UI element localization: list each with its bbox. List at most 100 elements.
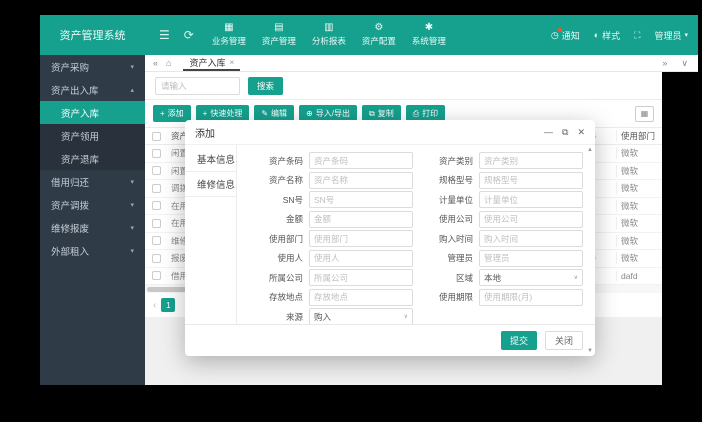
tab-asset-inbound[interactable]: 资产入库 ×	[183, 55, 241, 71]
sidebar-item-label: 维修报废	[51, 223, 90, 235]
style-button[interactable]: ◐ 样式	[594, 29, 620, 42]
field-input[interactable]	[309, 171, 413, 189]
tab-label: 资产入库	[189, 57, 226, 68]
cell-dept: 微软	[616, 164, 662, 177]
sidebar-item-label: 资产出入库	[51, 85, 99, 97]
row-checkbox[interactable]	[151, 148, 161, 158]
toolbar-button-icon: +	[160, 108, 165, 118]
field-input[interactable]	[309, 288, 413, 306]
tabs-more-icon[interactable]: »	[662, 58, 667, 69]
sidebar-item[interactable]: 资产出入库 ▴	[40, 78, 145, 101]
collapse-icon[interactable]: «	[153, 58, 158, 68]
sidebar-item-arrow-icon: ▾	[130, 224, 134, 232]
page-1-button[interactable]: 1	[161, 298, 176, 312]
sidebar-item[interactable]: 资产领用	[40, 124, 145, 147]
field-input[interactable]	[479, 230, 583, 247]
field-label: 资产名称	[268, 175, 303, 185]
field-input[interactable]	[309, 210, 413, 228]
cell-dept: 微软	[616, 217, 662, 230]
row-checkbox[interactable]	[151, 201, 161, 211]
field-input[interactable]	[309, 269, 413, 286]
sidebar-item[interactable]: 资产调拨 ▾	[40, 193, 145, 216]
toolbar-button-icon: ⎙	[412, 108, 420, 118]
form-field: 资产条码 ∨	[243, 152, 413, 169]
select-value: 购入	[314, 311, 332, 322]
field-input[interactable]	[309, 152, 413, 169]
field-input[interactable]	[479, 171, 583, 189]
field-label: 资产条码	[268, 155, 303, 166]
column-settings-button[interactable]: ▦	[635, 105, 654, 122]
field-label: 使用部门	[268, 233, 303, 244]
sidebar-item[interactable]: 维修报废 ▾	[40, 216, 145, 239]
minimize-icon[interactable]: —	[544, 127, 553, 137]
modal-tab[interactable]: 基本信息	[185, 147, 236, 172]
row-checkbox[interactable]	[151, 236, 161, 246]
field-label: 存放地点	[268, 292, 303, 302]
sidebar-item[interactable]: 外部租入 ▾	[40, 239, 145, 262]
row-checkbox[interactable]	[151, 218, 161, 228]
modal-scroll-down-icon[interactable]: ▼	[587, 348, 593, 354]
style-icon: ◐	[593, 30, 600, 40]
top-nav-item[interactable]: ▥ 分析报表	[312, 23, 346, 47]
admin-menu[interactable]: 管理员 ▾	[654, 29, 688, 42]
toolbar-button-icon: +	[202, 108, 208, 118]
cell-dept: 微软	[616, 252, 662, 265]
search-input[interactable]	[155, 76, 240, 95]
maximize-icon[interactable]: ⧉	[562, 127, 568, 137]
row-checkbox[interactable]	[151, 166, 161, 176]
close-button[interactable]: 关闭	[544, 331, 583, 350]
top-nav-item[interactable]: ⚙ 资产配置	[362, 23, 396, 47]
sidebar-toggle-icon[interactable]: ☰	[159, 29, 170, 41]
field-input[interactable]	[479, 288, 583, 306]
modal-body: 基本信息 维修信息 资产条码 ∨	[185, 144, 595, 325]
field-input[interactable]	[479, 249, 583, 267]
submit-button[interactable]: 提交	[500, 331, 537, 350]
field-input[interactable]	[309, 249, 413, 267]
tab-close-icon[interactable]: ×	[229, 58, 234, 67]
row-checkbox[interactable]	[151, 183, 161, 193]
field-input[interactable]	[479, 191, 583, 208]
sidebar-item[interactable]: 资产退库	[40, 147, 145, 170]
field-input[interactable]	[479, 152, 583, 169]
toolbar-button-icon: ✎	[261, 108, 269, 118]
nav-item-icon: ▦	[224, 22, 234, 33]
column-header-dept[interactable]: 使用部门	[616, 130, 662, 142]
top-nav-item[interactable]: ▦ 业务管理	[212, 23, 246, 47]
sidebar-item[interactable]: 资产采购 ▾	[40, 55, 145, 78]
modal-tab[interactable]: 维修信息	[185, 172, 236, 197]
close-icon[interactable]: ✕	[577, 127, 585, 137]
sidebar-item[interactable]: 资产入库	[40, 101, 145, 124]
top-nav-item[interactable]: ✱ 系统管理	[412, 23, 446, 47]
tabs-dropdown-icon[interactable]: ∨	[681, 58, 688, 69]
screen: 资产管理系统 ☰ ⟳ ▦ 业务管理 ▤ 资产管理 ▥ 分析报表 ⚙ 资产配置 ✱	[0, 0, 702, 422]
top-nav-item[interactable]: ▤ 资产管理	[262, 23, 296, 47]
field-input[interactable]	[479, 210, 583, 228]
notifications-button[interactable]: ◷ 通知	[551, 27, 580, 42]
refresh-icon[interactable]: ⟳	[184, 29, 194, 41]
select-caret-icon: ∨	[573, 275, 578, 281]
field-select[interactable]: 购入 ∨	[309, 308, 413, 325]
row-checkbox[interactable]	[151, 253, 161, 263]
cell-dept: 微软	[616, 147, 662, 160]
field-label: 管理员	[447, 253, 473, 263]
add-asset-modal: 添加 — ⧉ ✕ 基本信息 维修信息 资产条码 资产条码 资产名称 资产名称 S…	[185, 120, 595, 356]
form-field: 管理员 ∨	[413, 249, 583, 267]
field-select[interactable]: 本地 ∨	[479, 269, 583, 286]
modal-scroll-up-icon[interactable]: ▲	[587, 147, 593, 153]
modal-title: 添加	[195, 128, 215, 140]
modal-titlebar: 添加 — ⧉ ✕	[185, 120, 595, 144]
select-all-checkbox[interactable]	[151, 131, 161, 141]
sidebar-item[interactable]: 借用归还 ▾	[40, 170, 145, 193]
field-input[interactable]	[309, 191, 413, 208]
prev-page-icon[interactable]: ‹	[153, 300, 156, 311]
search-button[interactable]: 搜索	[248, 76, 284, 95]
sidebar-item-label: 资产调拨	[51, 200, 90, 212]
row-checkbox[interactable]	[151, 271, 161, 281]
select-value: 本地	[484, 272, 502, 283]
nav-item-icon: ▥	[324, 22, 334, 33]
fullscreen-icon[interactable]: ⛶	[634, 30, 640, 41]
nav-item-label: 分析报表	[311, 36, 346, 46]
field-input[interactable]	[309, 230, 413, 247]
form-field: 使用人 ∨	[243, 249, 413, 267]
home-icon[interactable]: ⌂	[166, 58, 171, 68]
